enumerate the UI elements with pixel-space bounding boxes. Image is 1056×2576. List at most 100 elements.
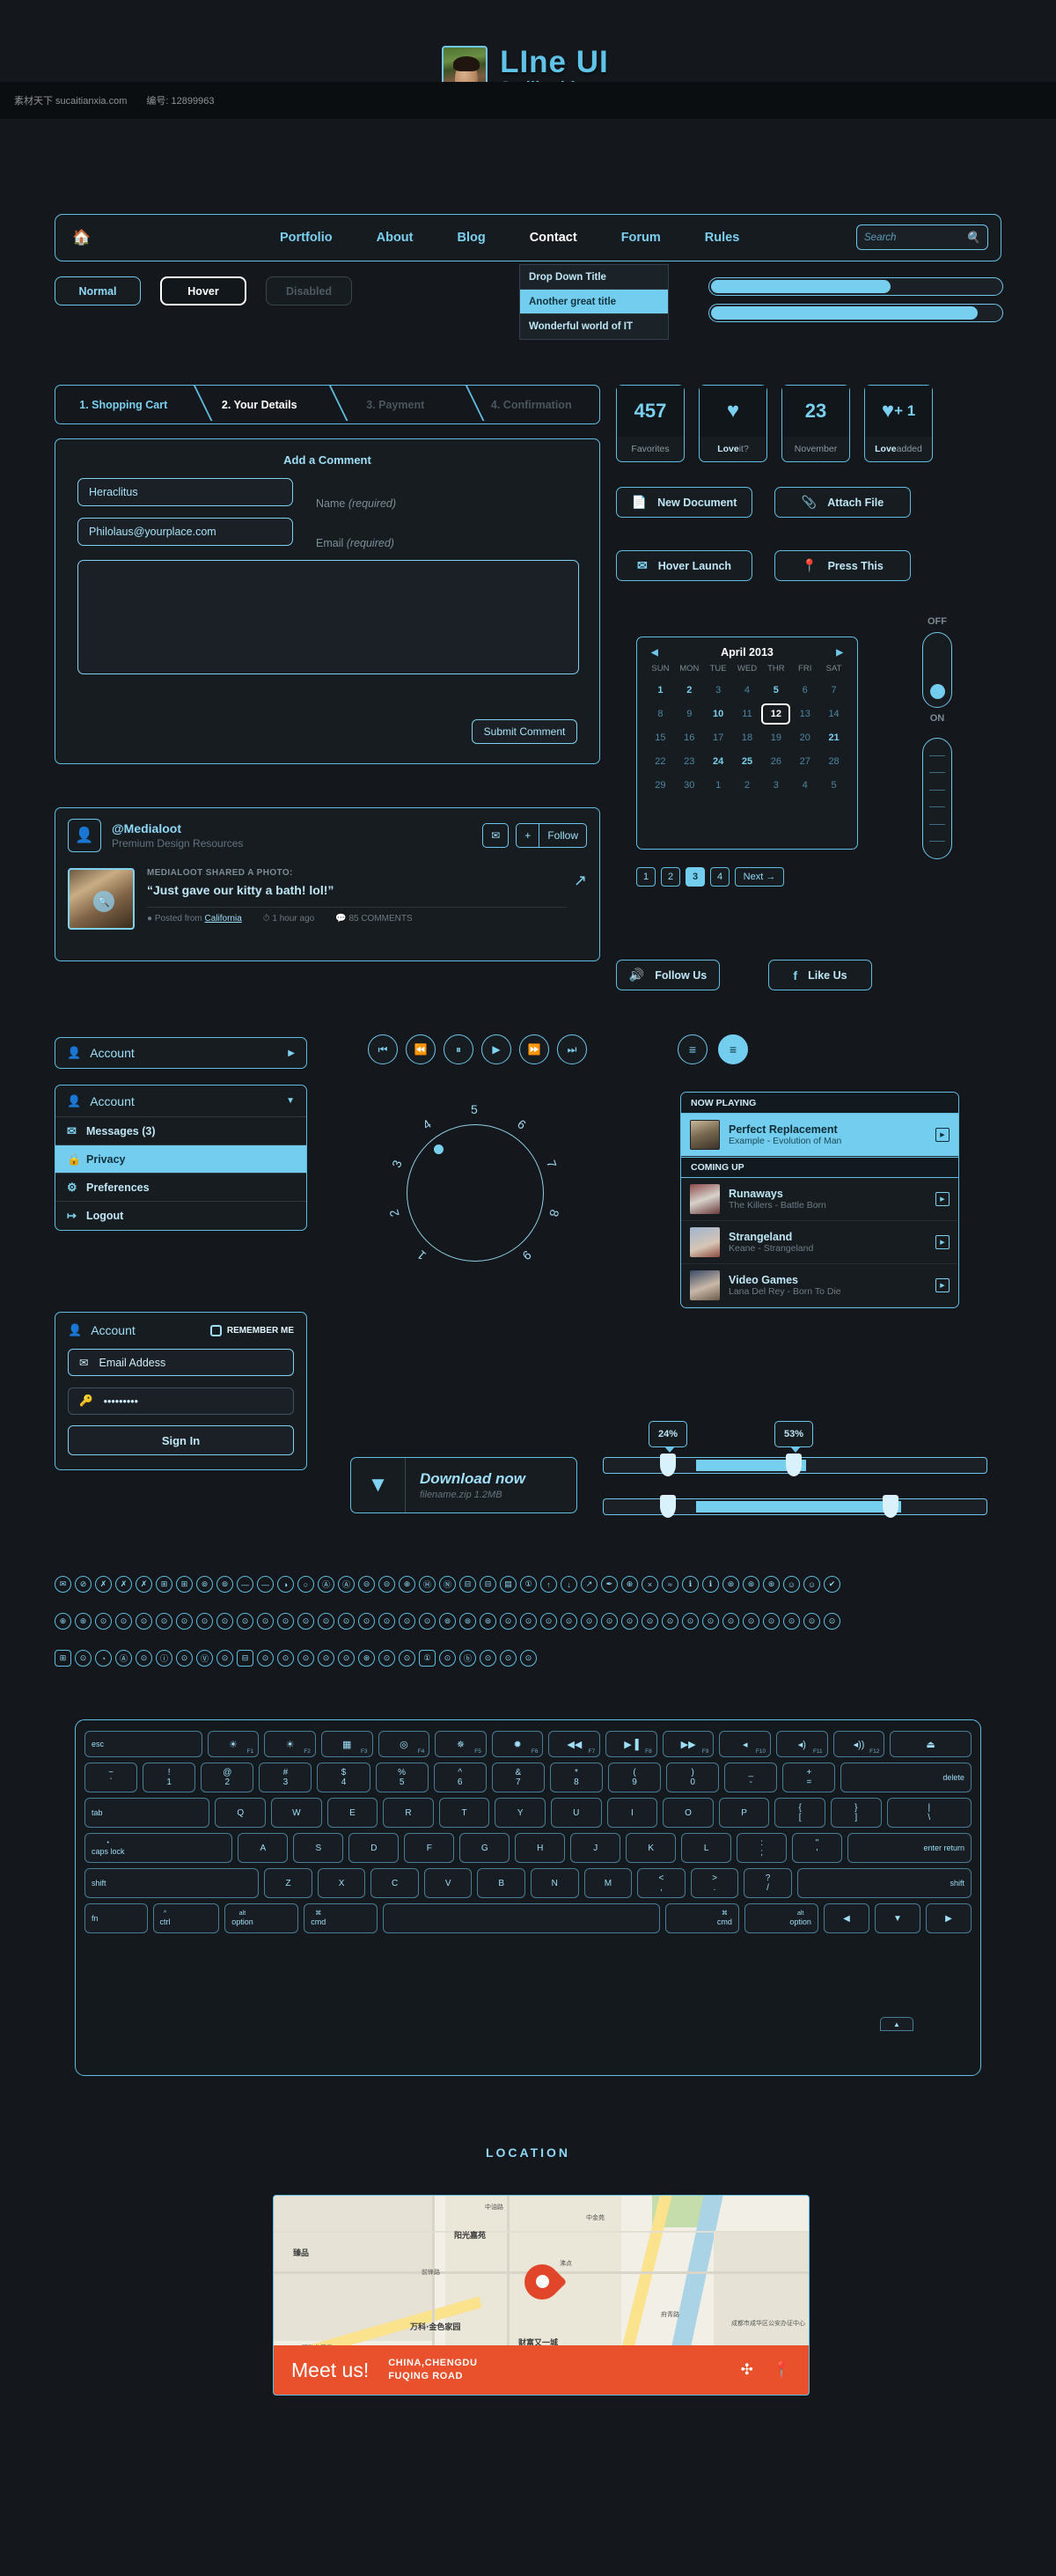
remember-me-checkbox[interactable]: REMEMBER ME [209,1324,294,1336]
ui-icon[interactable]: ⊙ [743,1613,759,1630]
key-m[interactable]: M [583,1868,633,1898]
submit-comment-button[interactable]: Submit Comment [472,719,577,744]
dropdown-menu[interactable]: Drop Down Title Another great title Wonder… [519,264,669,340]
ui-icon[interactable]: ⊝ [358,1576,375,1593]
calendar-day[interactable]: 2 [733,775,762,796]
crosshair-icon[interactable]: ✣ [741,2361,753,2379]
nav-link-portfolio[interactable]: Portfolio [280,231,333,245]
message-button[interactable]: ✉ [482,823,510,848]
launchpad-icon[interactable]: ◎ F4 [378,1731,430,1757]
calendar-day[interactable]: 23 [675,751,704,772]
key-`[interactable]: ~ ` [84,1763,138,1792]
ui-icon[interactable]: ✗ [115,1576,132,1593]
ui-icon[interactable]: ⊙ [136,1650,152,1667]
playlist-item[interactable]: Strangeland Keane - Strangeland ▶ [681,1221,958,1264]
ui-icon[interactable]: ◔ [95,1650,112,1667]
keyboard-dim-icon[interactable]: ✵ F5 [435,1731,487,1757]
stat-box-2[interactable]: 23 November [781,385,850,462]
calendar-day[interactable]: 29 [646,775,675,796]
ui-icon[interactable]: ⊙ [358,1613,375,1630]
nav-link-forum[interactable]: Forum [621,231,661,245]
key-,[interactable]: <, [637,1868,686,1898]
calendar-day[interactable]: 22 [646,751,675,772]
calendar-day[interactable]: 3 [704,680,733,701]
rewind-icon[interactable]: ⏪ [406,1034,436,1064]
key-\[interactable]: | \ [886,1798,972,1828]
ui-icon[interactable]: ℹ [682,1576,699,1593]
key--[interactable]: ◀ [823,1903,869,1933]
playlist-item[interactable]: Video Games Lana Del Rey - Born To Die ▶ [681,1264,958,1307]
ui-icon[interactable]: ⊞ [176,1576,193,1593]
play-pause-icon[interactable]: ▶▐ F8 [605,1731,657,1757]
calendar-day[interactable]: 12 [761,703,791,725]
share-icon[interactable]: ↗ [574,872,587,930]
ui-icon[interactable]: ⊙ [399,1613,415,1630]
calendar-day[interactable]: 26 [761,751,790,772]
fast-forward-icon[interactable]: ▶▶ F9 [662,1731,715,1757]
ui-icon[interactable]: ⊙ [561,1613,577,1630]
slider-handle-right[interactable] [786,1454,802,1476]
comment-textarea[interactable] [77,560,579,674]
key-x[interactable]: X [317,1868,366,1898]
home-icon[interactable]: 🏠 [55,229,108,247]
page-2[interactable]: 2 [661,867,680,887]
key-q[interactable]: Q [215,1798,267,1828]
ui-icon[interactable]: ⊙ [297,1613,314,1630]
ui-icon[interactable]: ⊞ [156,1576,172,1593]
mission-control-icon[interactable]: ▦ F3 [320,1731,373,1757]
ui-icon[interactable]: ⊙ [196,1613,213,1630]
ui-icon[interactable]: ① [419,1650,436,1667]
ui-icon[interactable]: ☺ [783,1576,800,1593]
key-o[interactable]: O [663,1798,714,1828]
fast-forward-icon[interactable]: ⏩ [519,1034,549,1064]
accordion-item-messages----[interactable]: ✉ Messages (3) [55,1117,306,1145]
pause-icon[interactable]: ⏸ [444,1034,473,1064]
nav-link-rules[interactable]: Rules [705,231,740,245]
key-tab[interactable]: tab [84,1798,210,1828]
play-box-icon[interactable]: ▶ [935,1128,950,1142]
key-cmd[interactable]: ⌘ cmd [664,1903,739,1933]
key-option[interactable]: alt option [744,1903,818,1933]
ui-icon[interactable]: ⊛ [75,1613,92,1630]
ui-icon[interactable]: Ⓐ [338,1576,355,1593]
ui-icon[interactable]: ⊙ [257,1650,274,1667]
slider2-handle-right[interactable] [883,1495,898,1518]
ui-icon[interactable]: ⊙ [702,1613,719,1630]
page-3[interactable]: 3 [686,867,705,887]
ui-icon[interactable]: Ⓥ [196,1650,213,1667]
key-t[interactable]: T [438,1798,490,1828]
ui-icon[interactable]: ↓ [561,1576,577,1593]
key-arrow-up[interactable]: ▲ [880,2017,913,2031]
key--[interactable]: ▼ [874,1903,920,1933]
key-0[interactable]: ) 0 [666,1763,720,1792]
download-button[interactable]: ▼ Download now filename.zip 1.2MB [350,1457,577,1513]
follow-us-button[interactable]: 🔊 Follow Us [616,960,720,990]
play-box-icon[interactable]: ▶ [935,1192,950,1206]
calendar-day[interactable]: 27 [790,751,819,772]
key-l[interactable]: L [681,1833,732,1863]
ui-icon[interactable]: ⓘ [156,1650,172,1667]
playlist-item[interactable]: Runaways The Killers - Battle Born ▶ [681,1178,958,1221]
play-box-icon[interactable]: ▶ [935,1278,950,1292]
calendar-day[interactable]: 24 [704,751,733,772]
ui-icon[interactable]: ⊟ [459,1576,476,1593]
now-playing-item[interactable]: Perfect Replacement Example - Evolution … [681,1114,958,1157]
ui-icon[interactable]: Ⓗ [419,1576,436,1593]
ui-icon[interactable]: ⊛ [358,1650,375,1667]
ui-icon[interactable]: Ⓐ [318,1576,334,1593]
calendar-day[interactable]: 11 [733,703,762,725]
accordion-item-logout[interactable]: ↦ Logout [55,1202,306,1230]
ui-icon[interactable]: ℹ [702,1576,719,1593]
key-shift[interactable]: shift [796,1868,972,1898]
key-p[interactable]: P [718,1798,770,1828]
ui-icon[interactable]: — [257,1576,274,1593]
ui-icon[interactable]: ⊚ [196,1576,213,1593]
calendar-day[interactable]: 13 [790,703,819,725]
key-'[interactable]: " ' [792,1833,843,1863]
calendar-day[interactable]: 2 [675,680,704,701]
key-4[interactable]: $4 [317,1763,370,1792]
key-[[interactable]: {[ [774,1798,825,1828]
ui-icon[interactable]: ⊙ [621,1613,638,1630]
breadcrumb-step-2[interactable]: 2. Your Details [192,399,328,411]
key-option[interactable]: alt option [224,1903,299,1933]
